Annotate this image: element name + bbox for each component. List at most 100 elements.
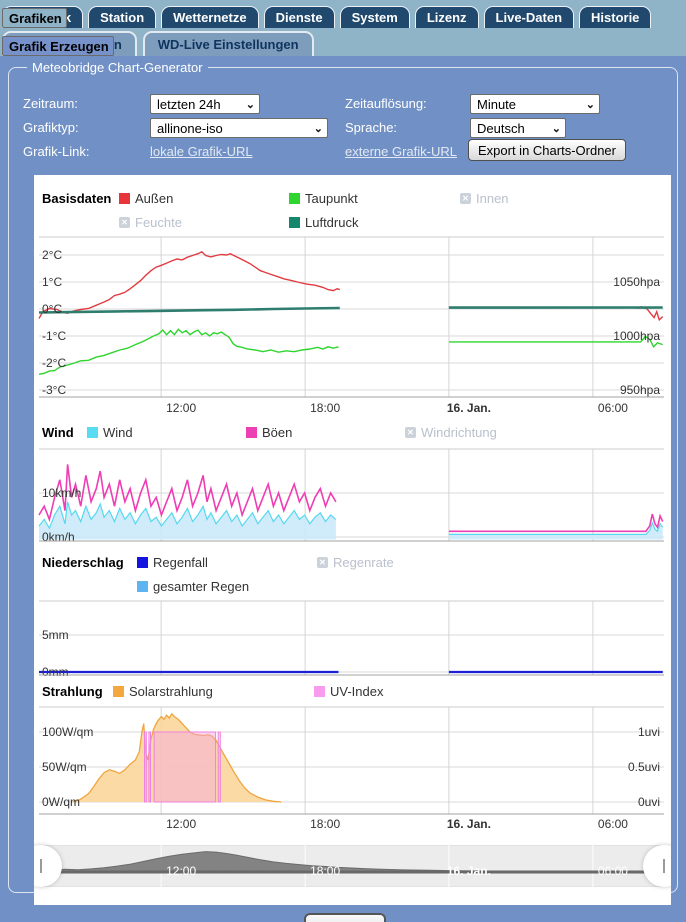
series-color-swatch	[119, 193, 130, 204]
sprache-value: Deutsch	[477, 121, 525, 136]
legend-item-label: Außen	[135, 191, 173, 206]
primary-tab-dienste[interactable]: Dienste	[264, 6, 335, 28]
secondary-tab-grafik-erzeugen[interactable]: Grafik Erzeugen	[2, 36, 114, 56]
svg-text:-3°C: -3°C	[42, 383, 66, 397]
legend-item-wind[interactable]: Wind	[87, 425, 133, 440]
chart-plot-niederschlag[interactable]: 5mm0mm	[34, 599, 671, 679]
externe-grafik-url-link[interactable]: externe Grafik-URL	[345, 144, 457, 159]
svg-text:12:00: 12:00	[166, 401, 196, 415]
legend-item-taupunkt[interactable]: Taupunkt	[289, 191, 358, 206]
svg-text:18:00: 18:00	[310, 864, 340, 878]
legend-item-luftdruck[interactable]: Luftdruck	[289, 215, 358, 230]
primary-tab-system[interactable]: System	[340, 6, 410, 28]
primary-tab-wetternetze[interactable]: Wetternetze	[161, 6, 258, 28]
legend-item-label: Solarstrahlung	[129, 684, 213, 699]
chevron-down-icon: ⌄	[246, 98, 255, 111]
svg-text:0.5uvi: 0.5uvi	[628, 760, 660, 774]
svg-text:1uvi: 1uvi	[638, 725, 660, 739]
sprache-select[interactable]: Deutsch ⌄	[470, 118, 566, 138]
svg-text:12:00: 12:00	[166, 864, 196, 878]
legend-item-label: Wind	[103, 425, 133, 440]
legend-item-solarstrahlung[interactable]: Solarstrahlung	[113, 684, 213, 699]
legend-row: Niederschlag Regenfall ✕ Regenrate	[34, 555, 671, 570]
legend-row: gesamter Regen	[34, 579, 671, 594]
chart-generator-fieldset: Meteobridge Chart-Generator Zeitraum: le…	[8, 60, 678, 893]
grafiktyp-value: allinone-iso	[157, 121, 223, 136]
svg-text:2°C: 2°C	[42, 248, 62, 262]
svg-text:1000hpa: 1000hpa	[613, 329, 660, 343]
primary-tab-historie[interactable]: Historie	[579, 6, 651, 28]
legend-item-uv-index[interactable]: UV-Index	[314, 684, 383, 699]
zeitaufloesung-value: Minute	[477, 97, 516, 112]
grafiktyp-select[interactable]: allinone-iso ⌄	[150, 118, 328, 138]
zeitraum-label: Zeitraum:	[23, 96, 78, 111]
chart-plot-strahlung[interactable]: 100W/qm1uvi50W/qm0.5uvi0W/qm0uvi12:0018:…	[34, 704, 671, 837]
navigator[interactable]: 12:0018:0016. Jan.06:00	[39, 845, 664, 887]
sprache-label: Sprache:	[345, 120, 397, 135]
primary-tab-lizenz[interactable]: Lizenz	[415, 6, 479, 28]
legend-row: WindWindBöen✕Windrichtung	[34, 425, 671, 440]
legend-item-label: Luftdruck	[305, 215, 358, 230]
legend-item-außen[interactable]: Außen	[119, 191, 173, 206]
secondary-tab-wd-live-einstellungen[interactable]: WD-Live Einstellungen	[143, 31, 314, 56]
zeitaufloesung-label: Zeitauflösung:	[345, 96, 427, 111]
series-color-swatch	[289, 217, 300, 228]
zeitraum-select[interactable]: letzten 24h ⌄	[150, 94, 260, 114]
zeitaufloesung-select[interactable]: Minute ⌄	[470, 94, 600, 114]
content: Meteobridge Chart-Generator Zeitraum: le…	[0, 56, 686, 922]
handle-grip-icon	[40, 859, 42, 873]
svg-text:-2°C: -2°C	[42, 356, 66, 370]
legend-item-regenfall[interactable]: Regenfall	[137, 555, 208, 570]
disabled-series-icon: ✕	[405, 427, 416, 438]
chart-plot-basisdaten[interactable]: 2°C1°C1050hpa0°C-1°C1000hpa-2°C-3°C950hp…	[34, 229, 671, 417]
chart-title: Niederschlag	[42, 555, 124, 570]
svg-text:1050hpa: 1050hpa	[613, 275, 660, 289]
series-color-swatch	[137, 557, 148, 568]
primary-tab-grafiken[interactable]: Grafiken	[2, 8, 67, 28]
disabled-series-icon: ✕	[460, 193, 471, 204]
chart-panel: BasisdatenAußenTaupunkt✕Innen✕FeuchteLuf…	[34, 175, 671, 905]
svg-text:0mm: 0mm	[42, 665, 69, 679]
svg-text:10km/h: 10km/h	[42, 486, 81, 500]
legend-item-regenrate[interactable]: ✕ Regenrate	[317, 555, 394, 570]
lokale-grafik-url-link[interactable]: lokale Grafik-URL	[150, 144, 253, 159]
svg-text:06:00: 06:00	[598, 401, 628, 415]
legend-item-label: Regenrate	[333, 555, 394, 570]
grafiktyp-label: Grafiktyp:	[23, 120, 79, 135]
series-color-swatch	[314, 686, 325, 697]
svg-text:0W/qm: 0W/qm	[42, 795, 80, 809]
legend-item-label: Regenfall	[153, 555, 208, 570]
legend-item-feuchte[interactable]: ✕Feuchte	[119, 215, 182, 230]
export-charts-button[interactable]: Export in Charts-Ordner	[468, 139, 626, 161]
legend-item-label: UV-Index	[330, 684, 383, 699]
svg-text:12:00: 12:00	[166, 817, 196, 831]
svg-text:50W/qm: 50W/qm	[42, 760, 87, 774]
bottom-cutoff-button[interactable]	[304, 913, 386, 922]
chevron-down-icon: ⌄	[314, 122, 323, 135]
handle-grip-icon	[663, 859, 665, 873]
primary-tab-live-daten[interactable]: Live-Daten	[484, 6, 574, 28]
svg-text:-1°C: -1°C	[42, 329, 66, 343]
legend-item-label: Windrichtung	[421, 425, 497, 440]
svg-text:16. Jan.: 16. Jan.	[447, 817, 491, 831]
svg-text:0km/h: 0km/h	[42, 530, 75, 544]
legend-row: ✕Feuchte Luftdruck	[34, 215, 671, 230]
chart-title: Strahlung	[42, 684, 103, 699]
legend-item-gesamter-regen[interactable]: gesamter Regen	[137, 579, 249, 594]
svg-text:16. Jan.: 16. Jan.	[447, 864, 491, 878]
legend-item-windrichtung[interactable]: ✕ Windrichtung	[405, 425, 497, 440]
series-color-swatch	[87, 427, 98, 438]
legend-item-label: gesamter Regen	[153, 579, 249, 594]
fieldset-legend: Meteobridge Chart-Generator	[27, 60, 208, 75]
primary-tab-station[interactable]: Station	[88, 6, 156, 28]
chevron-down-icon: ⌄	[586, 98, 595, 111]
disabled-series-icon: ✕	[317, 557, 328, 568]
series-color-swatch	[113, 686, 124, 697]
legend-item-innen[interactable]: ✕Innen	[460, 191, 509, 206]
chart-plot-wind[interactable]: 10km/h 0km/h	[34, 444, 671, 545]
secondary-tabs: Grafik ErzeugenGrafik DefinierenWD-Live …	[0, 28, 686, 56]
series-color-swatch	[289, 193, 300, 204]
disabled-series-icon: ✕	[119, 217, 130, 228]
legend-item-böen[interactable]: Böen	[246, 425, 292, 440]
legend-item-label: Taupunkt	[305, 191, 358, 206]
